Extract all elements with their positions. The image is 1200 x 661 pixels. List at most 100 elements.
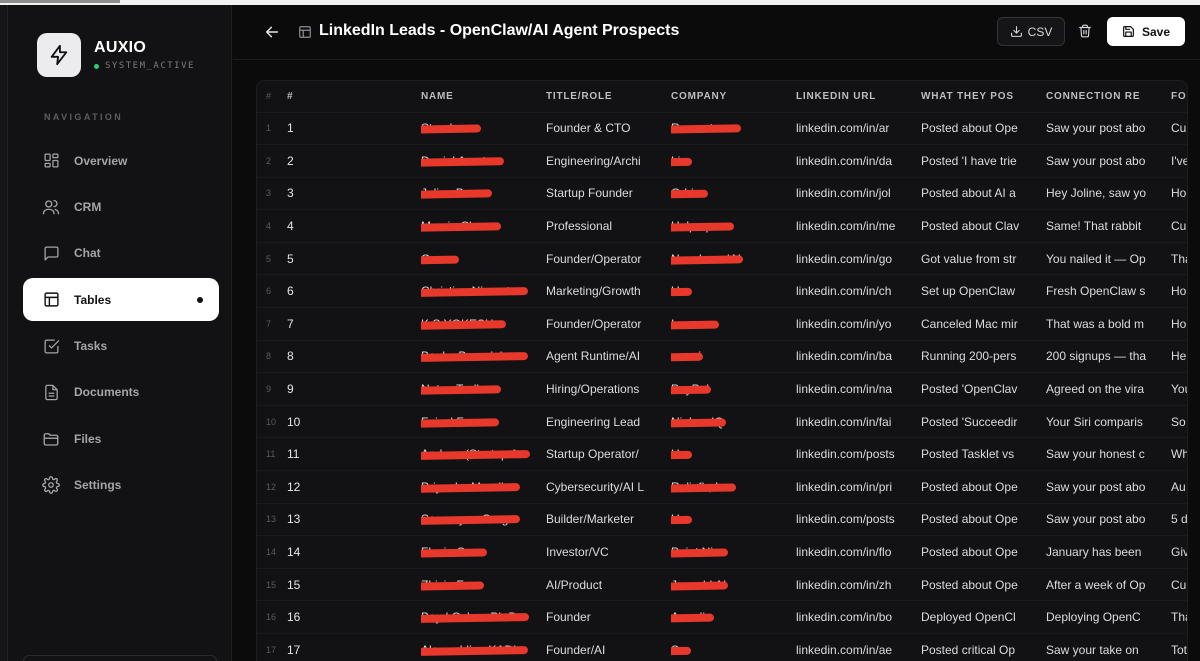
table-row[interactable]: 8 8 Bauke Brenninkm Agent Runtime/AI ora.ai l… (257, 340, 1187, 373)
lead-title[interactable]: Engineering/Archi (546, 145, 671, 178)
lead-name[interactable]: Mervin Chan (421, 210, 546, 243)
lead-company[interactable]: Increase (671, 308, 796, 341)
table-row[interactable]: 1 1 Standa... Founder & CTO Remout.com linked… (257, 112, 1187, 145)
brand[interactable]: AUXIO SYSTEM_ACTIVE (37, 33, 195, 77)
lead-connection-request[interactable]: Same! That rabbit (1046, 210, 1171, 243)
row-index[interactable]: 12 (287, 471, 421, 504)
row-index[interactable]: 17 (287, 634, 421, 661)
row-number[interactable]: 5 (257, 242, 287, 275)
lead-linkedin-url[interactable]: linkedin.com/in/ar (796, 112, 921, 145)
lead-name[interactable]: Christian Niemetz (421, 275, 546, 308)
save-button[interactable]: Save (1107, 17, 1185, 46)
lead-company[interactable]: U... (671, 503, 796, 536)
lead-title[interactable]: Founder/Operator (546, 242, 671, 275)
lead-linkedin-url[interactable]: linkedin.com/in/da (796, 145, 921, 178)
leads-table-container[interactable]: # # NAME TITLE/ROLE COMPANY LINKEDIN URL… (256, 80, 1188, 661)
lead-linkedin-url[interactable]: linkedin.com/in/zh (796, 568, 921, 601)
lead-posts[interactable]: Set up OpenClaw (921, 275, 1046, 308)
lead-connection-request[interactable]: Saw your take on (1046, 634, 1171, 661)
lead-company[interactable]: S... (671, 634, 796, 661)
row-number[interactable]: 15 (257, 568, 287, 601)
sidebar-item-tasks[interactable]: Tasks (23, 325, 219, 368)
lead-followup[interactable]: He (1171, 340, 1187, 373)
lead-name[interactable]: Joline Bu... (421, 177, 546, 210)
lead-posts[interactable]: Running 200-pers (921, 340, 1046, 373)
table-row[interactable]: 11 11 Andrew (Startup A Startup Operator/U.… (257, 437, 1187, 471)
table-row[interactable]: 5 5 Go... Founder/Operator NovabrandAI linked… (257, 242, 1187, 275)
row-index[interactable]: 16 (287, 601, 421, 634)
column-header-rownum[interactable]: # (257, 81, 287, 112)
sidebar-item-settings[interactable]: Settings (23, 464, 219, 507)
lead-title[interactable]: Startup Founder (546, 177, 671, 210)
lead-connection-request[interactable]: January has been (1046, 536, 1171, 569)
lead-company[interactable]: Reliefh, Inc. (671, 471, 796, 504)
lead-connection-request[interactable]: You nailed it — Op (1046, 242, 1171, 275)
table-row[interactable]: 12 12 Priyanka Mandh Cybersecurity/AI L Reli… (257, 470, 1187, 504)
row-index[interactable]: 7 (287, 308, 421, 341)
lead-company[interactable]: U... (671, 438, 796, 471)
lead-linkedin-url[interactable]: linkedin.com/posts (796, 438, 921, 471)
row-number[interactable]: 2 (257, 145, 287, 178)
table-row[interactable]: 7 7 K.S.YOKESH Founder/Operator Increase link… (257, 307, 1187, 341)
lead-posts[interactable]: Deployed OpenCl (921, 601, 1046, 634)
lead-name[interactable]: Natan Trelka (421, 373, 546, 406)
lead-followup[interactable]: Tha (1171, 242, 1187, 275)
row-index[interactable]: 3 (287, 177, 421, 210)
lead-linkedin-url[interactable]: linkedin.com/in/ch (796, 275, 921, 308)
table-row[interactable]: 15 15 Zhixin F... AI/Product Jeworld AI linke… (257, 568, 1187, 601)
lead-title[interactable]: Agent Runtime/AI (546, 340, 671, 373)
lead-company[interactable]: NovabrandAI (671, 242, 796, 275)
lead-followup[interactable]: Ho (1171, 308, 1187, 341)
lead-followup[interactable]: Tha (1171, 601, 1187, 634)
lead-linkedin-url[interactable]: linkedin.com/in/bo (796, 601, 921, 634)
lead-connection-request[interactable]: After a week of Op (1046, 568, 1171, 601)
lead-followup[interactable]: Cu (1171, 568, 1187, 601)
table-row[interactable]: 4 4 Mervin Chan Professional Helpsquare linke… (257, 209, 1187, 243)
lead-followup[interactable]: So (1171, 405, 1187, 438)
lead-connection-request[interactable]: Agreed on the vira (1046, 373, 1171, 406)
column-header-company[interactable]: COMPANY (671, 81, 796, 112)
lead-linkedin-url[interactable]: linkedin.com/in/fai (796, 405, 921, 438)
export-csv-button[interactable]: CSV (997, 17, 1065, 46)
lead-name[interactable]: Andrew (Startup A (421, 438, 546, 471)
row-index[interactable]: 9 (287, 373, 421, 406)
lead-posts[interactable]: Posted 'Succeedir (921, 405, 1046, 438)
row-index[interactable]: 1 (287, 112, 421, 145)
column-header-linkedin-url[interactable]: LINKEDIN URL (796, 81, 921, 112)
lead-posts[interactable]: Posted about Ope (921, 536, 1046, 569)
lead-linkedin-url[interactable]: linkedin.com/in/ae (796, 634, 921, 661)
lead-name[interactable]: Zhixin F... (421, 568, 546, 601)
lead-company[interactable]: Point Nine (671, 536, 796, 569)
lead-name[interactable]: Priyanka Mandh (421, 471, 546, 504)
lead-linkedin-url[interactable]: linkedin.com/in/pri (796, 471, 921, 504)
lead-connection-request[interactable]: Saw your post abo (1046, 503, 1171, 536)
lead-name[interactable]: K.S.YOKESH (421, 308, 546, 341)
lead-connection-request[interactable]: Your Siri comparis (1046, 405, 1171, 438)
lead-posts[interactable]: Posted about Ope (921, 568, 1046, 601)
lead-company[interactable]: Jeworld AI (671, 568, 796, 601)
lead-name[interactable]: Bauke Brenninkm (421, 340, 546, 373)
row-index[interactable]: 10 (287, 405, 421, 438)
row-number[interactable]: 10 (257, 405, 287, 438)
lead-linkedin-url[interactable]: linkedin.com/in/me (796, 210, 921, 243)
lead-posts[interactable]: Posted Tasklet vs (921, 438, 1046, 471)
lead-name[interactable]: Daniel Arcuta (421, 145, 546, 178)
table-row[interactable]: 13 13 Samanyou Garg Builder/Marketer U... lin… (257, 503, 1187, 536)
lead-company[interactable]: PayPal (671, 373, 796, 406)
lead-name[interactable]: Standa... (421, 112, 546, 145)
row-index[interactable]: 8 (287, 340, 421, 373)
lead-followup[interactable]: Ho (1171, 177, 1187, 210)
row-number[interactable]: 13 (257, 503, 287, 536)
lead-linkedin-url[interactable]: linkedin.com/in/jol (796, 177, 921, 210)
lead-followup[interactable]: I've (1171, 145, 1187, 178)
lead-connection-request[interactable]: Hey Joline, saw yo (1046, 177, 1171, 210)
lead-connection-request[interactable]: Saw your post abo (1046, 471, 1171, 504)
lead-title[interactable]: Startup Operator/ (546, 438, 671, 471)
row-number[interactable]: 7 (257, 308, 287, 341)
row-number[interactable]: 1 (257, 112, 287, 145)
table-row[interactable]: 14 14 Flavio C... Investor/VC Point Nine link… (257, 535, 1187, 569)
lead-title[interactable]: Founder (546, 601, 671, 634)
lead-company[interactable]: Helpsquare (671, 210, 796, 243)
lead-company[interactable]: ora.ai (671, 340, 796, 373)
lead-posts[interactable]: Posted 'I have trie (921, 145, 1046, 178)
